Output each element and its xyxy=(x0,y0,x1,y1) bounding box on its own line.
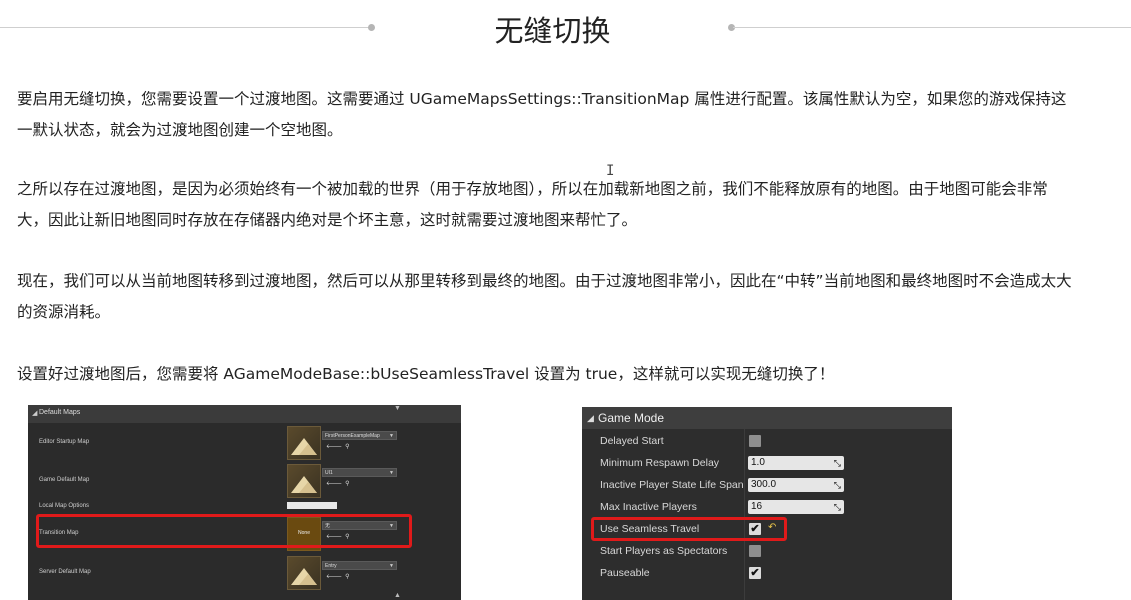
resize-handle-icon[interactable]: ⤡ xyxy=(834,478,841,492)
transition-map-highlight xyxy=(36,514,412,548)
input-value: 300.0 xyxy=(751,479,777,490)
row-label: Local Map Options xyxy=(39,503,90,509)
setting-label: Pauseable xyxy=(600,567,650,579)
scroll-down-icon[interactable]: ▲ xyxy=(394,592,401,599)
paragraph-1: 要启用无缝切换，您需要设置一个过渡地图。这需要通过 UGameMapsSetti… xyxy=(17,90,1067,139)
settings-row-game-default-map: Game Default Map UI1 ▼ 🡐⚲ xyxy=(28,462,461,499)
chevron-down-icon: ▼ xyxy=(389,470,394,476)
browse-find-icons[interactable]: 🡐⚲ xyxy=(326,480,352,487)
setting-label: Max Inactive Players xyxy=(600,501,697,513)
resize-handle-icon[interactable]: ⤡ xyxy=(834,456,841,470)
paragraph-2: 之所以存在过渡地图，是因为必须始终有一个被加载的世界（用于存放地图），所以在加载… xyxy=(17,180,1048,229)
row-label: Server Default Map xyxy=(39,569,91,575)
setting-inactive-player-state-life-span: Inactive Player State Life Span 300.0 ⤡ xyxy=(582,474,952,496)
collapse-arrow-icon[interactable]: ◢ xyxy=(587,413,594,424)
input-value: 1.0 xyxy=(751,457,765,468)
seamless-travel-highlight xyxy=(591,517,787,541)
map-dropdown-value: Entry xyxy=(325,563,337,569)
start-as-spectators-checkbox[interactable] xyxy=(749,545,761,557)
settings-row-local-map-options: Local Map Options xyxy=(28,498,461,515)
resize-handle-icon[interactable]: ⤡ xyxy=(834,500,841,514)
map-dropdown-value: UI1 xyxy=(325,470,333,476)
row-label: Game Default Map xyxy=(39,477,90,483)
default-maps-panel: ◢ Default Maps ▼ Editor Startup Map Firs… xyxy=(28,405,461,600)
scroll-up-icon[interactable]: ▼ xyxy=(394,405,401,412)
setting-max-inactive-players: Max Inactive Players 16 ⤡ xyxy=(582,496,952,518)
game-mode-header-label: Game Mode xyxy=(598,411,665,425)
game-mode-header[interactable]: ◢ Game Mode xyxy=(582,407,952,429)
settings-row-editor-startup-map: Editor Startup Map FirstPersonExampleMap… xyxy=(28,423,461,463)
paragraph-3: 现在，我们可以从当前地图转移到过渡地图，然后可以从那里转移到最终的地图。由于过渡… xyxy=(17,272,1072,321)
local-map-options-input[interactable] xyxy=(287,502,337,509)
input-value: 16 xyxy=(751,501,763,512)
collapse-arrow-icon[interactable]: ◢ xyxy=(32,409,37,417)
map-thumbnail-icon[interactable] xyxy=(287,426,321,460)
map-dropdown[interactable]: Entry ▼ xyxy=(322,561,397,570)
pauseable-checkbox[interactable]: ✔ xyxy=(749,567,761,579)
page-title: 无缝切换 xyxy=(494,14,611,48)
setting-label: Start Players as Spectators xyxy=(600,545,728,557)
map-thumbnail-icon[interactable] xyxy=(287,464,321,498)
setting-pauseable: Pauseable ✔ xyxy=(582,562,952,584)
setting-label: Minimum Respawn Delay xyxy=(600,457,720,469)
map-thumbnail-icon[interactable] xyxy=(287,556,321,590)
paragraph-4: 设置好过渡地图后，您需要将 AGameModeBase::bUseSeamles… xyxy=(17,365,835,383)
browse-find-icons[interactable]: 🡐⚲ xyxy=(326,443,352,450)
map-dropdown[interactable]: FirstPersonExampleMap ▼ xyxy=(322,431,397,440)
default-maps-header-label: Default Maps xyxy=(39,409,81,416)
heading-ornament-right-line xyxy=(733,27,1131,28)
map-dropdown-value: FirstPersonExampleMap xyxy=(325,433,380,439)
chevron-down-icon: ▼ xyxy=(389,433,394,439)
setting-start-players-as-spectators: Start Players as Spectators xyxy=(582,540,952,562)
minimum-respawn-delay-input[interactable]: 1.0 ⤡ xyxy=(748,456,844,470)
setting-label: Inactive Player State Life Span xyxy=(600,479,744,491)
game-mode-panel: ◢ Game Mode Delayed Start Minimum Respaw… xyxy=(582,407,952,600)
chevron-down-icon: ▼ xyxy=(389,563,394,569)
row-label: Editor Startup Map xyxy=(39,439,90,445)
setting-minimum-respawn-delay: Minimum Respawn Delay 1.0 ⤡ xyxy=(582,452,952,474)
map-dropdown[interactable]: UI1 ▼ xyxy=(322,468,397,477)
browse-find-icons[interactable]: 🡐⚲ xyxy=(326,573,352,580)
setting-label: Delayed Start xyxy=(600,435,664,447)
max-inactive-players-input[interactable]: 16 ⤡ xyxy=(748,500,844,514)
setting-delayed-start: Delayed Start xyxy=(582,430,952,452)
inactive-life-span-input[interactable]: 300.0 ⤡ xyxy=(748,478,844,492)
text-cursor-icon: I xyxy=(606,163,615,179)
delayed-start-checkbox[interactable] xyxy=(749,435,761,447)
